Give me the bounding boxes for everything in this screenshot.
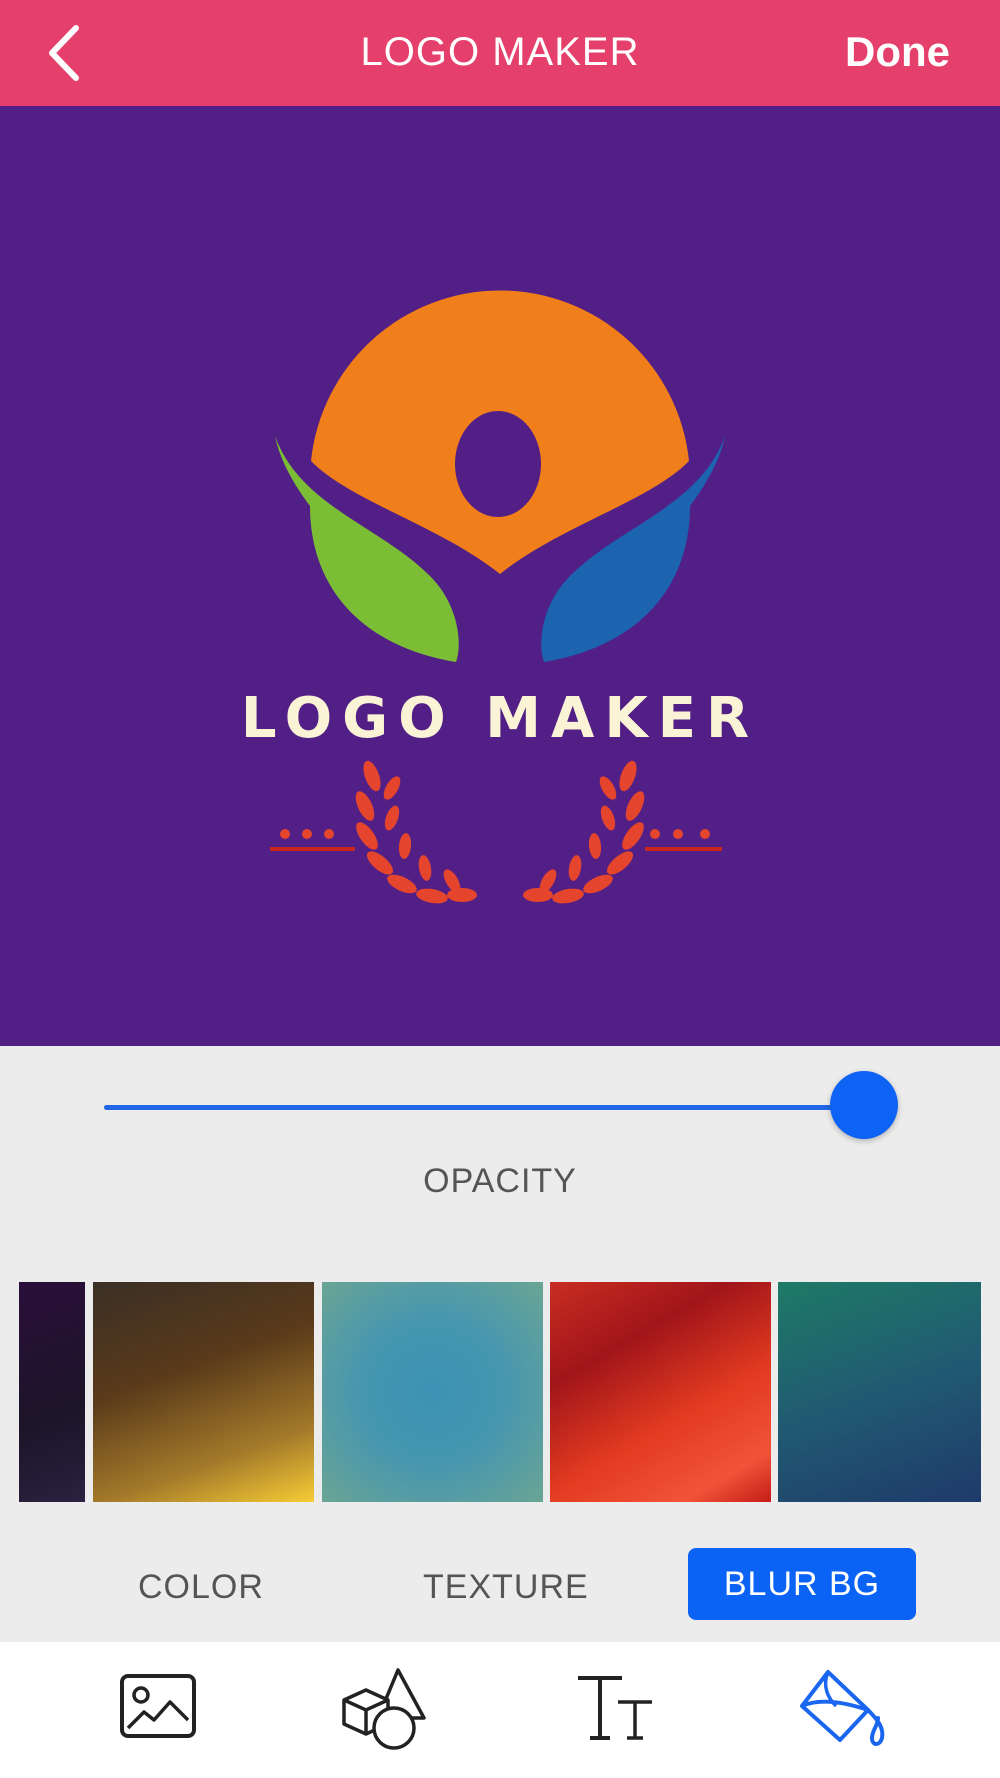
logo-canvas[interactable]: LOGO MAKER xyxy=(0,106,1000,1046)
opacity-slider-handle[interactable] xyxy=(830,1071,898,1139)
done-button[interactable]: Done xyxy=(845,28,950,76)
opacity-label: OPACITY xyxy=(423,1162,577,1200)
background-tool-button[interactable] xyxy=(794,1662,894,1752)
laurel-left-shape xyxy=(270,760,477,904)
shapes-tool-button[interactable] xyxy=(336,1662,436,1752)
head-hole-shape xyxy=(455,411,541,517)
laurel-right-shape xyxy=(523,760,722,904)
top-bar: LOGO MAKER Done xyxy=(0,0,1000,106)
background-thumbnail[interactable] xyxy=(322,1282,543,1502)
background-thumbnail[interactable] xyxy=(19,1282,85,1502)
text-tool-button[interactable] xyxy=(566,1662,666,1752)
tab-texture[interactable]: TEXTURE xyxy=(423,1568,589,1607)
paint-bucket-icon xyxy=(800,1670,885,1746)
background-thumbnail[interactable] xyxy=(778,1282,981,1502)
background-thumbnail[interactable] xyxy=(550,1282,771,1502)
bottom-toolbar xyxy=(0,1642,1000,1778)
image-icon xyxy=(120,1674,196,1738)
background-thumbnail[interactable] xyxy=(93,1282,314,1502)
text-icon xyxy=(578,1676,652,1740)
image-tool-button[interactable] xyxy=(108,1662,208,1752)
tab-color[interactable]: COLOR xyxy=(138,1568,264,1607)
tab-blur-bg[interactable]: BLUR BG xyxy=(688,1548,916,1620)
logo-brand-text[interactable]: LOGO MAKER xyxy=(0,686,1000,751)
opacity-slider-track[interactable] xyxy=(104,1105,864,1110)
logo-emblem xyxy=(270,290,725,904)
shapes-icon xyxy=(342,1668,426,1750)
